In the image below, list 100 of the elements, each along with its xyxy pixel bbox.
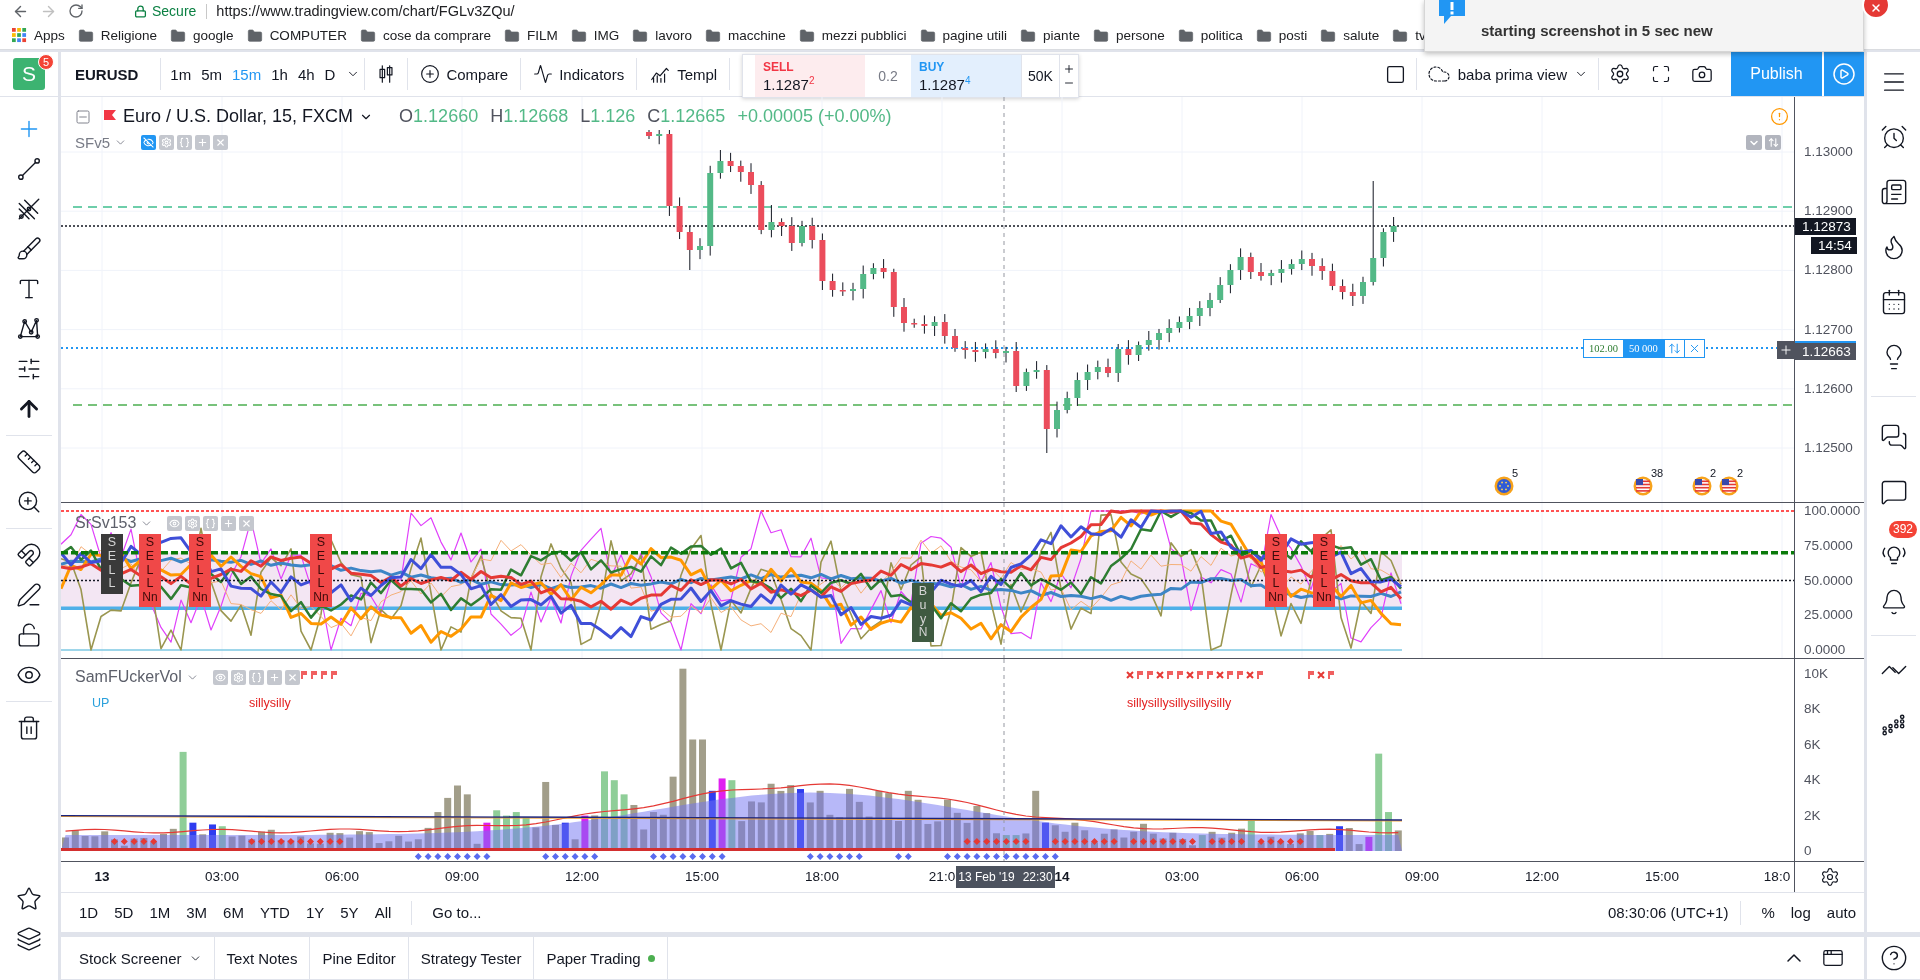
range-button[interactable]: 6M [215, 897, 252, 928]
scale-button[interactable]: log [1782, 897, 1819, 928]
camera-icon[interactable] [1691, 63, 1713, 85]
bookmark-link[interactable]: Religione [77, 27, 158, 44]
unlock-icon[interactable] [16, 622, 42, 648]
brush-icon[interactable] [16, 236, 42, 262]
spread-value: 0.2 [877, 67, 899, 86]
scale-button[interactable]: % [1753, 897, 1783, 928]
bookmark-link[interactable]: salute [1320, 27, 1380, 44]
bookmark-link[interactable]: posti [1255, 27, 1308, 44]
square-icon[interactable] [1384, 63, 1406, 85]
interval-button[interactable]: D [319, 65, 341, 83]
zoom-in-icon[interactable] [16, 489, 42, 515]
fullscreen-icon[interactable] [1651, 64, 1671, 84]
panel-tab[interactable]: Pine Editor [310, 937, 409, 979]
panel-tab[interactable]: Paper Trading [534, 937, 668, 979]
ohlc-label: H [490, 106, 504, 127]
reload-icon[interactable] [68, 3, 84, 19]
pulse-line-icon [533, 64, 554, 84]
symbol-name[interactable]: EURUSD [61, 52, 161, 96]
go-to-button[interactable]: Go to... [424, 897, 490, 928]
volume-bar [659, 814, 667, 851]
crosshair-date: 13 Feb '19 [958, 870, 1015, 884]
cross-marker-icon [1186, 671, 1194, 679]
panel-tab[interactable]: Strategy Tester [408, 937, 535, 979]
interval-button[interactable]: 4h [292, 65, 320, 83]
bookmark-link[interactable]: COMPUTER [246, 27, 347, 44]
volume-bar [836, 817, 844, 851]
bookmark-link[interactable]: cose da comprare [359, 27, 491, 44]
range-button[interactable]: 1D [71, 897, 107, 928]
bookmark-link[interactable]: mezzi pubblici [798, 27, 907, 44]
buy-button[interactable]: BUY 1.1287$^{4}$ [911, 55, 1021, 97]
interval-button[interactable]: 1h [266, 65, 293, 83]
pattern-icon[interactable] [16, 316, 42, 342]
settings-icon[interactable] [1819, 867, 1840, 887]
panel-tab[interactable]: Text Notes [214, 937, 311, 979]
range-button[interactable]: YTD [251, 897, 298, 928]
ruler-icon[interactable] [16, 449, 42, 475]
range-button[interactable]: 1M [141, 897, 179, 928]
range-button[interactable]: 5D [106, 897, 142, 928]
bookmark-link[interactable]: macchine [705, 27, 786, 44]
order-widget[interactable]: 102.00 50 000 [1583, 339, 1705, 358]
folder-icon [1392, 27, 1409, 44]
bookmark-link[interactable]: lavoro [632, 27, 692, 44]
url-text[interactable]: https://www.tradingview.com/chart/FGLv3ZQu/ [216, 3, 515, 19]
trend-line-icon[interactable] [16, 156, 42, 182]
pencil-icon[interactable] [16, 582, 42, 608]
window-icon[interactable] [1822, 947, 1844, 969]
flag-icon [1633, 476, 1653, 496]
folder-icon [1092, 27, 1109, 44]
help-icon[interactable] [1879, 944, 1908, 972]
bookmark-link[interactable]: piante [1020, 27, 1080, 44]
bookmark-link[interactable]: persone [1092, 27, 1165, 44]
eye-slash-icon[interactable] [141, 135, 156, 150]
signal-word: SELL [1318, 536, 1330, 591]
layers-icon[interactable] [16, 926, 42, 952]
trash-icon[interactable] [16, 715, 42, 741]
bookmark-link[interactable]: google [170, 27, 234, 44]
plus-icon[interactable] [1062, 63, 1075, 75]
crossed-lines-icon[interactable] [16, 196, 42, 222]
bookmark-link[interactable]: IMG [570, 27, 620, 44]
flag-icon [1719, 476, 1739, 496]
star-icon[interactable] [16, 886, 42, 912]
range-button[interactable]: 1Y [297, 897, 333, 928]
flag-icon [1692, 476, 1712, 496]
add-order-button[interactable] [1777, 341, 1794, 359]
compare-button[interactable]: Compare [408, 52, 521, 96]
order-price-tag: 1.12663 [1795, 341, 1856, 360]
play-button[interactable] [1824, 52, 1864, 96]
indicator-name[interactable]: SFv5 [75, 134, 110, 151]
interval-button[interactable]: 1m [165, 65, 197, 83]
sliders-icon[interactable] [16, 356, 42, 382]
sell-button[interactable]: SELL 1.1287$^{2}$ [755, 55, 865, 97]
symbol-title[interactable]: Euro / U.S. Dollar, 15, FXCM [123, 106, 354, 127]
bookmark-link[interactable]: FILM [503, 27, 558, 44]
indicators-button[interactable]: Indicators [521, 52, 637, 96]
bookmark-link[interactable]: Apps [12, 28, 65, 43]
volume-axis-label: 10K [1804, 667, 1829, 681]
quantity-field[interactable]: 50K [1021, 55, 1059, 97]
flag-marker-icon [1137, 671, 1143, 679]
templates-button[interactable]: Templ [637, 52, 730, 96]
flag-marker-icon [1308, 671, 1314, 679]
range-button[interactable]: 3M [178, 897, 216, 928]
magnet-icon[interactable] [16, 542, 42, 568]
layout-button[interactable]: baba prima view [1416, 52, 1598, 96]
settings-icon[interactable] [1609, 63, 1631, 85]
volume-bar [806, 802, 814, 851]
scale-button[interactable]: auto [1818, 897, 1864, 928]
bookmark-link[interactable]: politica [1177, 27, 1243, 44]
indicator-name[interactable]: SamFUckerVol [75, 668, 182, 686]
time-axis-label: 09:00 [445, 869, 479, 884]
volume-bar [630, 805, 638, 851]
event-count: 5 [1512, 467, 1519, 479]
chat-bubbles-icon[interactable] [1879, 422, 1908, 451]
panel-tab[interactable]: Stock Screener [67, 937, 215, 979]
bookmark-link[interactable]: pagine utili [919, 27, 1008, 44]
newspaper-icon[interactable] [1879, 177, 1908, 206]
interval-button[interactable]: 5m [196, 65, 228, 83]
range-button[interactable]: 5Y [332, 897, 367, 928]
range-button[interactable]: All [366, 897, 400, 928]
